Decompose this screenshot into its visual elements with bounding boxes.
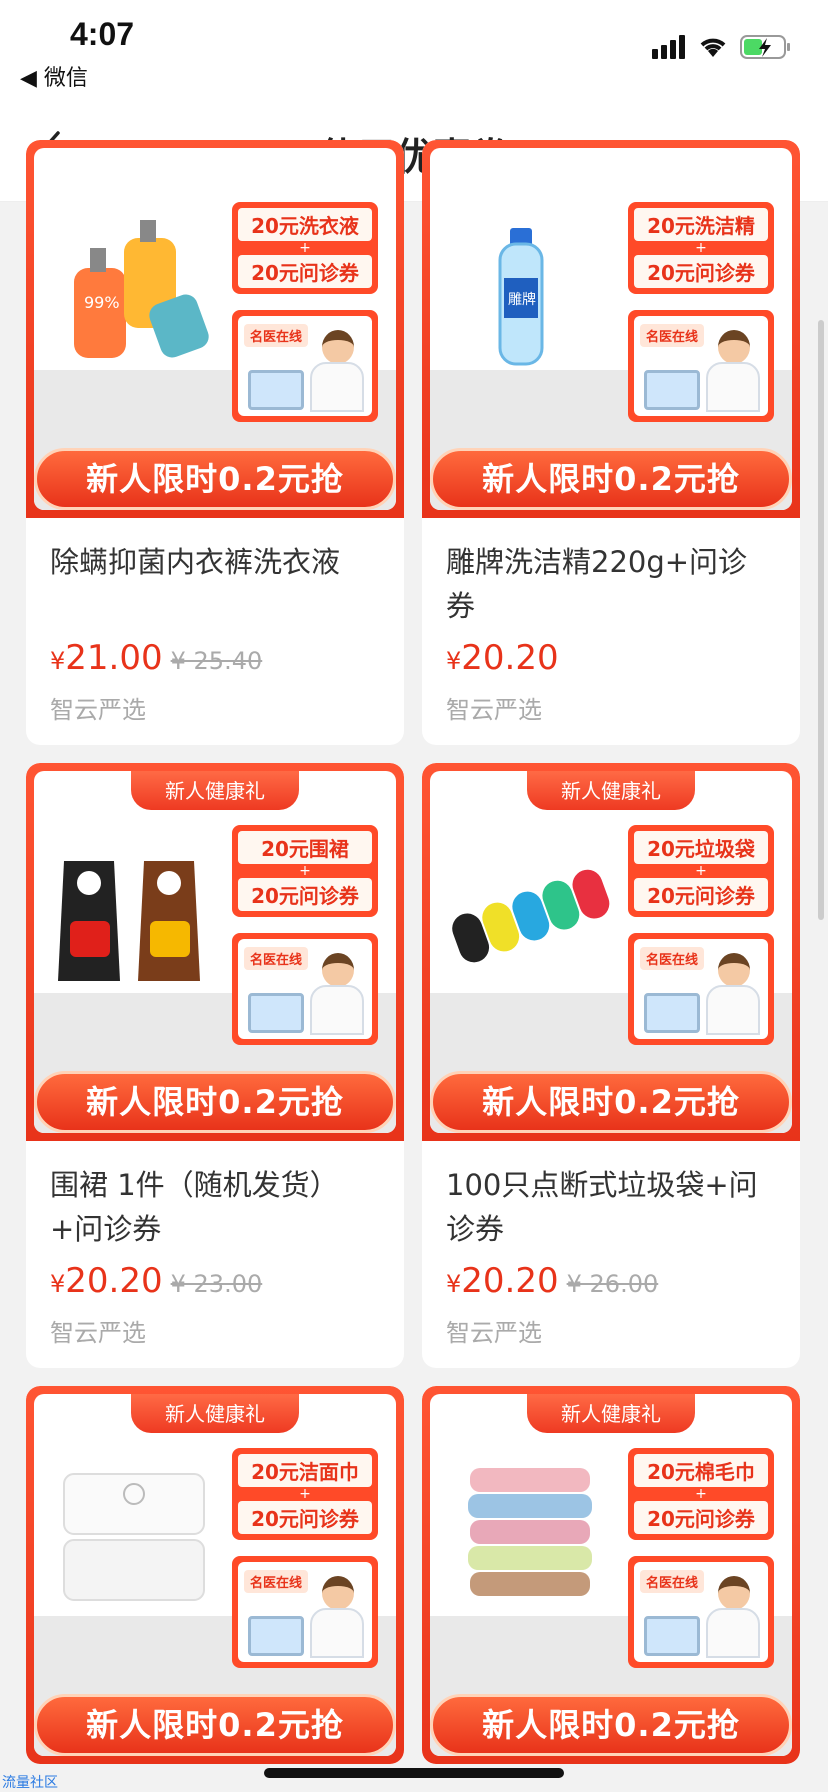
new-user-gift-tag: 新人健康礼	[131, 1394, 299, 1433]
doctor-tag: 名医在线	[640, 324, 705, 347]
laundry-detergent-bottles-icon: 99%	[74, 220, 209, 358]
doctor-tag: 名医在线	[244, 1570, 309, 1593]
shop-name: 智云严选	[446, 1319, 542, 1347]
svg-text:雕牌: 雕牌	[508, 291, 536, 308]
promo-badge: 20元洗洁精 + 20元问诊券	[628, 202, 774, 294]
doctor-online-badge: 名医在线	[232, 933, 378, 1045]
doctor-tag: 名医在线	[640, 947, 705, 970]
status-bar: 4:07 ◀ 微信	[0, 0, 828, 100]
computer-icon	[644, 1616, 700, 1656]
product-card[interactable]: 雕牌 20元洗洁精 + 20元问诊券 名医在线 新人限时0.2元抢 雕牌洗洁精2…	[422, 140, 800, 745]
promo-gift-label: 20元垃圾袋	[634, 831, 768, 864]
product-banner[interactable]: 新人健康礼 20元洁面巾 + 20元问诊券 名医在线 新人限时0.2元抢	[26, 1386, 404, 1764]
doctor-avatar-icon	[322, 1576, 354, 1610]
grab-deal-button[interactable]: 新人限时0.2元抢	[430, 448, 792, 510]
product-card[interactable]: 新人健康礼 20元围裙 + 20元问诊券 名医在线 新人限时0.2元抢 围裙 1…	[26, 763, 404, 1368]
product-banner[interactable]: 雕牌 20元洗洁精 + 20元问诊券 名医在线 新人限时0.2元抢	[422, 140, 800, 518]
original-price: ¥ 26.00	[566, 1270, 659, 1298]
computer-icon	[248, 1616, 304, 1656]
computer-icon	[248, 370, 304, 410]
computer-icon	[644, 993, 700, 1033]
product-banner[interactable]: 99% 20元洗衣液 + 20元问诊券 名医在线 新人限时0.2元抢	[26, 140, 404, 518]
scrollbar[interactable]	[818, 320, 824, 920]
grab-deal-button[interactable]: 新人限时0.2元抢	[34, 448, 396, 510]
face-towel-packs-icon	[63, 1473, 205, 1601]
promo-coupon-label: 20元问诊券	[634, 255, 768, 288]
product-banner[interactable]: 新人健康礼 20元棉毛巾 + 20元问诊券 名医在线 新人限时0.2元抢	[422, 1386, 800, 1764]
grab-deal-button[interactable]: 新人限时0.2元抢	[430, 1071, 792, 1133]
promo-badge: 20元洁面巾 + 20元问诊券	[232, 1448, 378, 1540]
promo-gift-label: 20元洁面巾	[238, 1454, 372, 1487]
doctor-online-badge: 名医在线	[628, 933, 774, 1045]
doctor-avatar-icon	[322, 953, 354, 987]
product-price: ¥20.20	[446, 1261, 559, 1301]
promo-gift-label: 20元洗洁精	[634, 208, 768, 241]
product-card[interactable]: 新人健康礼 20元垃圾袋 + 20元问诊券 名医在线 新人限时0.2元抢 100…	[422, 763, 800, 1368]
product-price: ¥20.20	[50, 1261, 163, 1301]
grab-deal-button[interactable]: 新人限时0.2元抢	[34, 1694, 396, 1756]
doctor-avatar-icon	[322, 330, 354, 364]
promo-badge: 20元围裙 + 20元问诊券	[232, 825, 378, 917]
doctor-avatar-icon	[718, 953, 750, 987]
promo-coupon-label: 20元问诊券	[238, 878, 372, 911]
doctor-tag: 名医在线	[640, 1570, 705, 1593]
doctor-tag: 名医在线	[244, 947, 309, 970]
doctor-avatar-icon	[718, 330, 750, 364]
shop-name: 智云严选	[446, 696, 542, 724]
new-user-gift-tag: 新人健康礼	[527, 771, 695, 810]
promo-gift-label: 20元围裙	[238, 831, 372, 864]
doctor-online-badge: 名医在线	[628, 1556, 774, 1668]
new-user-gift-tag: 新人健康礼	[131, 771, 299, 810]
promo-badge: 20元垃圾袋 + 20元问诊券	[628, 825, 774, 917]
doctor-avatar-icon	[718, 1576, 750, 1610]
battery-charging-icon	[740, 35, 790, 59]
promo-gift-label: 20元棉毛巾	[634, 1454, 768, 1487]
promo-coupon-label: 20元问诊券	[634, 1501, 768, 1534]
garbage-bag-rolls-icon	[452, 869, 610, 963]
wifi-icon	[700, 38, 726, 57]
original-price: ¥ 25.40	[170, 647, 263, 675]
product-name[interactable]: 雕牌洗洁精220g+问诊券	[446, 540, 776, 628]
shop-name: 智云严选	[50, 696, 146, 724]
shop-name: 智云严选	[50, 1319, 146, 1347]
status-time: 4:07	[70, 16, 135, 52]
towel-stack-icon	[468, 1468, 592, 1596]
product-banner[interactable]: 新人健康礼 20元围裙 + 20元问诊券 名医在线 新人限时0.2元抢	[26, 763, 404, 1141]
aprons-icon	[58, 861, 200, 981]
product-name[interactable]: 围裙 1件（随机发货）+问诊券	[50, 1163, 380, 1251]
dish-soap-bottle-icon: 雕牌	[498, 228, 544, 366]
promo-gift-label: 20元洗衣液	[238, 208, 372, 241]
promo-coupon-label: 20元问诊券	[238, 255, 372, 288]
home-indicator[interactable]	[264, 1768, 564, 1778]
computer-icon	[644, 370, 700, 410]
promo-coupon-label: 20元问诊券	[238, 1501, 372, 1534]
product-card[interactable]: 99% 20元洗衣液 + 20元问诊券 名医在线 新人限时0.2元抢 除螨抑菌内…	[26, 140, 404, 745]
promo-badge: 20元洗衣液 + 20元问诊券	[232, 202, 378, 294]
back-to-wechat-link[interactable]: ◀ 微信	[20, 60, 88, 92]
product-price: ¥21.00	[50, 638, 163, 678]
original-price: ¥ 23.00	[170, 1270, 263, 1298]
new-user-gift-tag: 新人健康礼	[527, 1394, 695, 1433]
grab-deal-button[interactable]: 新人限时0.2元抢	[34, 1071, 396, 1133]
system-icons	[652, 34, 792, 60]
product-name[interactable]: 100只点断式垃圾袋+问诊券	[446, 1163, 776, 1251]
product-grid: 99% 20元洗衣液 + 20元问诊券 名医在线 新人限时0.2元抢 除螨抑菌内…	[26, 140, 802, 1764]
product-card[interactable]: 新人健康礼 20元洁面巾 + 20元问诊券 名医在线 新人限时0.2元抢	[26, 1386, 404, 1764]
product-name[interactable]: 除螨抑菌内衣裤洗衣液	[50, 540, 380, 628]
promo-badge: 20元棉毛巾 + 20元问诊券	[628, 1448, 774, 1540]
product-price: ¥20.20	[446, 638, 559, 678]
product-card[interactable]: 新人健康礼 20元棉毛巾 + 20元问诊券 名医在线 新人限时0.2元抢	[422, 1386, 800, 1764]
cellular-signal-icon	[652, 35, 685, 59]
watermark: 流量社区	[2, 1775, 58, 1791]
doctor-online-badge: 名医在线	[232, 1556, 378, 1668]
doctor-tag: 名医在线	[244, 324, 309, 347]
promo-coupon-label: 20元问诊券	[634, 878, 768, 911]
computer-icon	[248, 993, 304, 1033]
doctor-online-badge: 名医在线	[628, 310, 774, 422]
doctor-online-badge: 名医在线	[232, 310, 378, 422]
svg-text:99%: 99%	[84, 293, 120, 312]
grab-deal-button[interactable]: 新人限时0.2元抢	[430, 1694, 792, 1756]
product-banner[interactable]: 新人健康礼 20元垃圾袋 + 20元问诊券 名医在线 新人限时0.2元抢	[422, 763, 800, 1141]
